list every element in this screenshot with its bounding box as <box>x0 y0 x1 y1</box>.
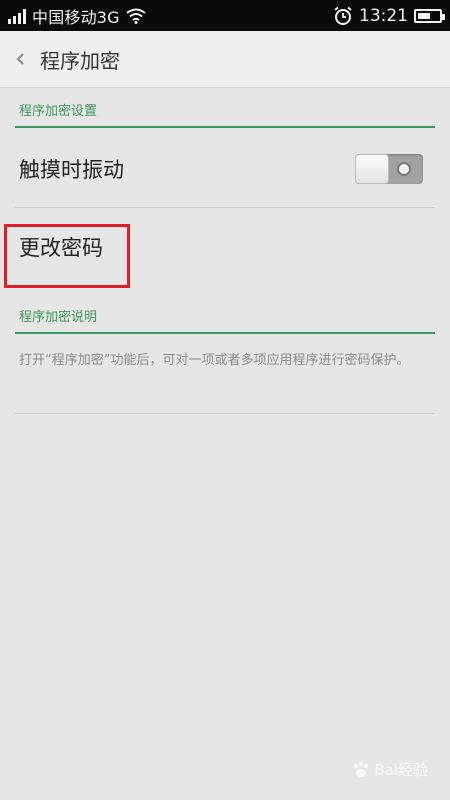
toggle-knob <box>355 153 389 184</box>
highlight-box <box>4 224 130 288</box>
status-left: 中国移动3G <box>8 4 146 28</box>
clock: 13:21 <box>359 5 408 26</box>
touch-vibrate-row[interactable]: 触摸时振动 <box>15 130 435 208</box>
battery-level <box>418 12 430 19</box>
status-bar: 中国移动3G 13:21 <box>0 0 450 31</box>
touch-vibrate-toggle[interactable] <box>355 153 423 184</box>
carrier-label: 中国移动3G <box>32 7 120 27</box>
touch-vibrate-label: 触摸时振动 <box>19 157 124 182</box>
page-title: 程序加密 <box>40 48 120 73</box>
wifi-icon <box>126 8 146 24</box>
description-text: 打开“程序加密”功能后，可对一项或者多项应用程序进行密码保护。 <box>15 350 435 414</box>
toggle-off-indicator <box>397 161 411 176</box>
watermark: Bai经验 <box>351 759 428 780</box>
chevron-left-icon[interactable] <box>0 31 40 87</box>
signal-icon <box>8 8 26 24</box>
section-header-description: 程序加密说明 <box>15 306 435 334</box>
alarm-icon <box>334 6 352 25</box>
status-right: 13:21 <box>333 5 445 26</box>
watermark-text: Bai经验 <box>374 761 428 779</box>
battery-icon <box>414 8 445 23</box>
paw-icon <box>354 761 369 777</box>
app-header: 程序加密 <box>0 31 450 88</box>
section-header-settings: 程序加密设置 <box>15 100 435 128</box>
